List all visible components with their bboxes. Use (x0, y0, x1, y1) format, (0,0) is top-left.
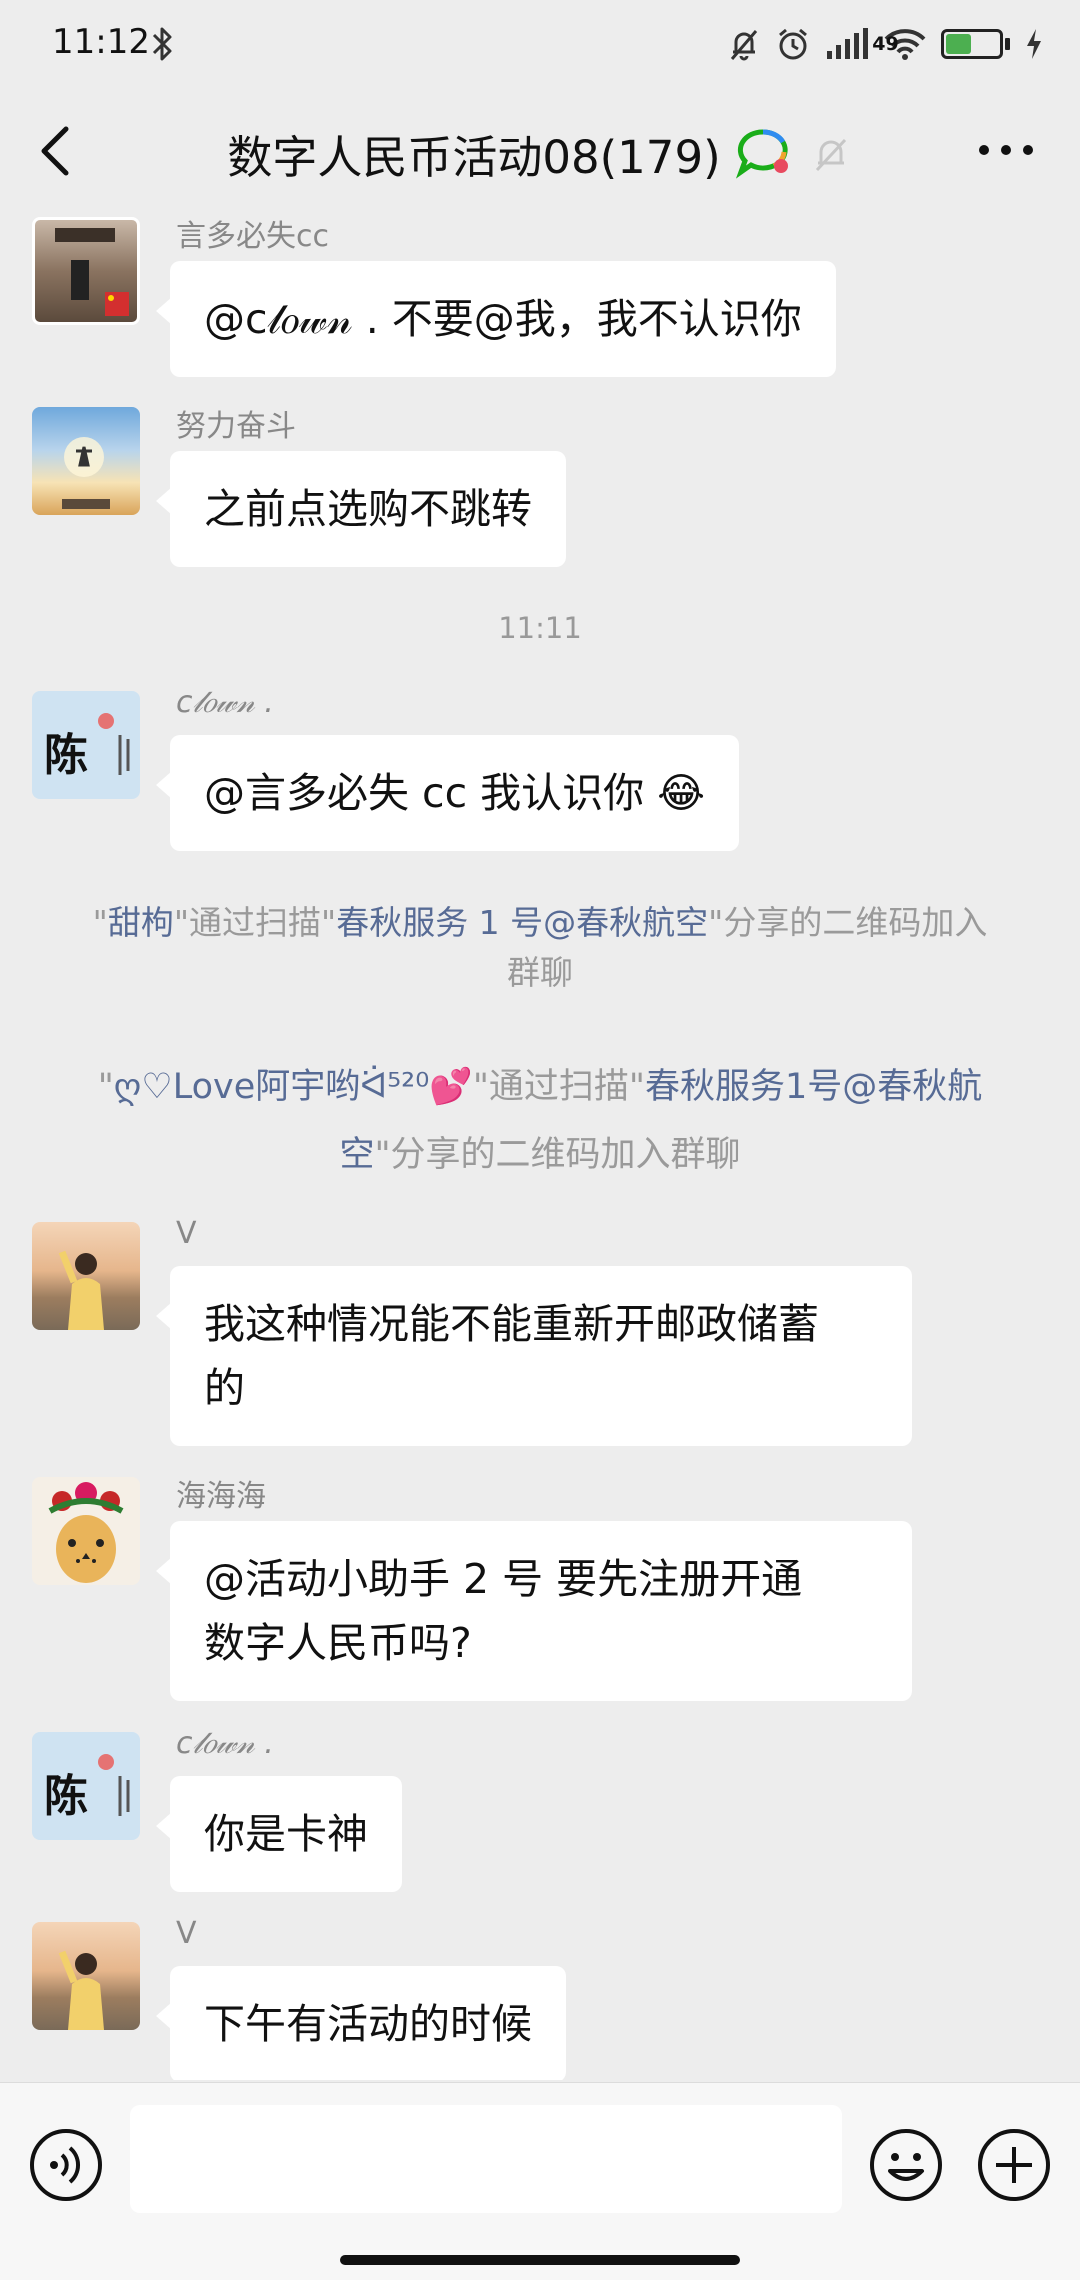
message-text: 的 (204, 1364, 245, 1412)
sys-text: " (97, 1067, 114, 1107)
message-text: 我这种情况能不能重新开邮政储蓄 (204, 1300, 819, 1348)
message-bubble[interactable]: @c𝓁𝑜𝓌𝓃 . 不要@我，我不认识你 (156, 261, 836, 377)
avatar[interactable] (32, 407, 140, 515)
sys-text: " (92, 903, 108, 942)
status-bar: 11:12 49 (0, 0, 1080, 90)
sender-name: c𝓁𝑜𝓌𝓃 . (176, 685, 274, 720)
message-text: 数字人民币吗? (204, 1619, 472, 1667)
avatar-photo-icon (48, 1482, 124, 1583)
avatar-label: 陈 (44, 730, 88, 781)
member-name-link[interactable]: 甜枸 (108, 903, 174, 942)
chat-message-list[interactable]: 言多必失cc @c𝓁𝑜𝓌𝓃 . 不要@我，我不认识你 努力奋斗 之前点选购不跳转… (0, 205, 1080, 2080)
member-name-link[interactable]: 春秋服务 1 号@春秋航空 (336, 903, 708, 942)
avatar[interactable]: 陈 (32, 1732, 140, 1840)
message-text: @活动小助手 2 号 要先注册开通 (204, 1555, 803, 1603)
sender-name: V (176, 1916, 197, 1951)
sys-text: "分享的二维码加入群聊 (374, 1135, 741, 1175)
message-text: 下午有活动的时候 (204, 2000, 532, 2048)
sender-name: V (176, 1216, 197, 1251)
mute-notification-icon (815, 138, 846, 171)
avatar-photo-icon (62, 437, 110, 509)
more-functions-button[interactable] (976, 2127, 1052, 2203)
member-name-link[interactable]: ღ♡Love阿宇哟ᐛ⁵²⁰💕 (114, 1067, 473, 1107)
battery-level: 49 (872, 33, 899, 55)
avatar[interactable] (32, 1477, 140, 1585)
message-bubble[interactable]: 我这种情况能不能重新开邮政储蓄 的 (156, 1266, 912, 1446)
time-divider: 11:11 (498, 611, 582, 645)
message-bubble[interactable]: @言多必失 cc 我认识你 😂 (155, 735, 740, 851)
chat-title: 数字人民币活动08(179) (227, 131, 721, 184)
avatar-decoration-icon (98, 713, 130, 775)
sender-name: 海海海 (176, 1479, 266, 1514)
sender-name: c𝓁𝑜𝓌𝓃 . (176, 1726, 274, 1761)
emoji-button[interactable] (868, 2127, 944, 2203)
message-bubble[interactable]: @活动小助手 2 号 要先注册开通 数字人民币吗? (156, 1521, 912, 1701)
group-chat-icon (735, 128, 788, 179)
sys-text: "通过扫描" (472, 1067, 646, 1107)
nav-bar: 数字人民币活动08(179) (0, 95, 1080, 205)
avatar-photo-icon (55, 228, 129, 316)
status-time: 11:12 (52, 22, 150, 62)
voice-input-button[interactable] (28, 2127, 104, 2203)
battery-indicator: 49 (872, 29, 1010, 59)
sender-name: 言多必失cc (176, 219, 329, 254)
home-indicator[interactable] (340, 2255, 740, 2265)
sender-name: 努力奋斗 (176, 409, 296, 444)
more-options-icon[interactable] (976, 135, 1036, 165)
system-message: "ღ♡Love阿宇哟ᐛ⁵²⁰💕"通过扫描"春秋服务1号@春秋航空"分享的二维码加… (80, 1053, 1000, 1189)
bluetooth-icon (152, 27, 172, 61)
avatar[interactable] (32, 1222, 140, 1330)
message-text: 你是卡神 (204, 1810, 368, 1858)
avatar-label: 陈 (44, 1771, 88, 1822)
avatar-photo-icon (58, 1250, 104, 1330)
sys-text: "通过扫描" (173, 903, 337, 942)
avatar[interactable]: 陈 (32, 691, 140, 799)
avatar[interactable] (32, 217, 140, 325)
message-bubble[interactable]: 你是卡神 (156, 1776, 402, 1892)
avatar-photo-icon (58, 1950, 104, 2030)
avatar[interactable] (32, 1922, 140, 2030)
message-input[interactable] (130, 2105, 842, 2213)
system-message: "甜枸"通过扫描"春秋服务 1 号@春秋航空"分享的二维码加入群聊 (80, 898, 1000, 998)
avatar-decoration-icon (98, 1754, 130, 1816)
message-text: @言多必失 cc 我认识你 😂 (204, 769, 706, 817)
input-bar (0, 2082, 1080, 2280)
message-bubble[interactable]: 下午有活动的时候 (156, 1966, 566, 2080)
message-text: @c𝓁𝑜𝓌𝓃 . 不要@我，我不认识你 (204, 295, 802, 343)
message-bubble[interactable]: 之前点选购不跳转 (156, 451, 566, 567)
message-text: 之前点选购不跳转 (204, 485, 532, 533)
